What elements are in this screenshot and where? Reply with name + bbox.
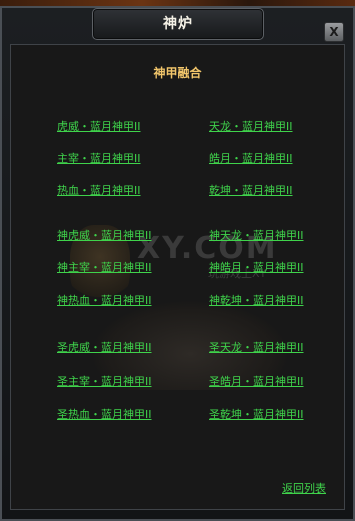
recipe-link[interactable]: 虎威・蓝月神甲II	[57, 118, 141, 134]
recipe-link[interactable]: 圣乾坤・蓝月神甲II	[209, 406, 304, 422]
recipe-link[interactable]: 神乾坤・蓝月神甲II	[209, 292, 304, 308]
recipe-link[interactable]: 神热血・蓝月神甲II	[57, 292, 152, 308]
recipe-link[interactable]: 热血・蓝月神甲II	[57, 182, 141, 198]
recipe-link[interactable]: 主宰・蓝月神甲II	[57, 150, 141, 166]
recipe-link[interactable]: 神主宰・蓝月神甲II	[57, 259, 152, 275]
back-to-list-link[interactable]: 返回列表	[282, 480, 326, 496]
recipe-link[interactable]: 乾坤・蓝月神甲II	[209, 182, 293, 198]
recipe-link[interactable]: 圣主宰・蓝月神甲II	[57, 373, 152, 389]
window-title: 神炉	[163, 16, 193, 32]
recipe-link[interactable]: 圣热血・蓝月神甲II	[57, 406, 152, 422]
recipe-link[interactable]: 天龙・蓝月神甲II	[209, 118, 293, 134]
recipe-link[interactable]: 神虎威・蓝月神甲II	[57, 227, 152, 243]
close-button[interactable]: X	[324, 22, 344, 42]
recipe-link[interactable]: 神天龙・蓝月神甲II	[209, 227, 304, 243]
recipe-link[interactable]: 神皓月・蓝月神甲II	[209, 259, 304, 275]
recipe-link[interactable]: 圣皓月・蓝月神甲II	[209, 373, 304, 389]
recipe-link[interactable]: 皓月・蓝月神甲II	[209, 150, 293, 166]
recipe-link[interactable]: 圣天龙・蓝月神甲II	[209, 339, 304, 355]
section-title: 神甲融合	[153, 66, 202, 80]
title-plate: 神炉	[92, 8, 264, 40]
recipe-link[interactable]: 圣虎威・蓝月神甲II	[57, 339, 152, 355]
